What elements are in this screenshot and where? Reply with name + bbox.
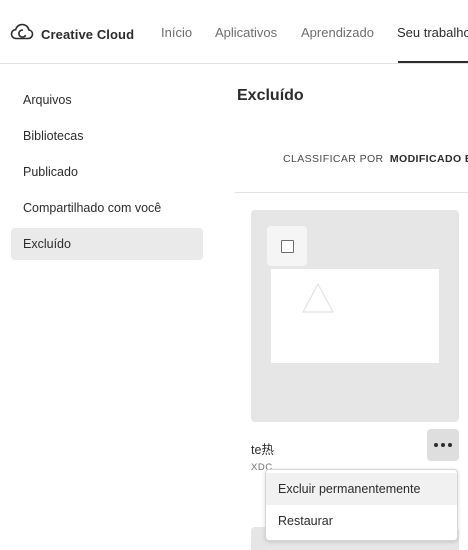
active-tab-indicator [398, 61, 468, 63]
more-icon [434, 443, 438, 447]
more-options-button[interactable] [427, 429, 459, 461]
divider [235, 192, 468, 193]
sort-value[interactable]: MODIFICADO EM [390, 153, 468, 165]
file-card[interactable] [251, 210, 459, 422]
brand[interactable]: Creative Cloud [10, 21, 134, 48]
sort-control[interactable]: CLASSIFICAR POR MODIFICADO EM [283, 153, 468, 165]
sidebar-item-compartilhado[interactable]: Compartilhado com você [11, 192, 203, 224]
more-icon-dot [448, 443, 452, 447]
sidebar-item-publicado[interactable]: Publicado [11, 156, 203, 188]
top-navigation-bar: Creative Cloud Início Aplicativos Aprend… [0, 0, 468, 64]
nav-tab-seu-trabalho[interactable]: Seu trabalho [397, 25, 468, 40]
checkbox-box [280, 239, 294, 253]
nav-tab-inicio[interactable]: Início [161, 25, 192, 40]
context-menu: Excluir permanentemente Restaurar [265, 469, 458, 541]
menu-item-excluir-permanentemente[interactable]: Excluir permanentemente [266, 473, 457, 505]
more-icon-dot [441, 443, 445, 447]
triangle-icon [301, 282, 335, 313]
nav-tab-aplicativos[interactable]: Aplicativos [215, 25, 277, 40]
sidebar-item-excluido[interactable]: Excluído [11, 228, 203, 260]
menu-item-restaurar[interactable]: Restaurar [266, 505, 457, 537]
nav-tab-aprendizado[interactable]: Aprendizado [301, 25, 374, 40]
sidebar-item-arquivos[interactable]: Arquivos [11, 84, 203, 116]
brand-name: Creative Cloud [41, 27, 135, 42]
file-name[interactable]: te热 [251, 439, 274, 458]
page-title: Excluído [237, 87, 304, 104]
sidebar-item-bibliotecas[interactable]: Bibliotecas [11, 120, 203, 152]
select-checkbox[interactable] [267, 226, 307, 266]
sort-label: CLASSIFICAR POR [283, 153, 384, 165]
file-thumbnail [271, 269, 439, 363]
creative-cloud-logo-icon [10, 21, 34, 48]
